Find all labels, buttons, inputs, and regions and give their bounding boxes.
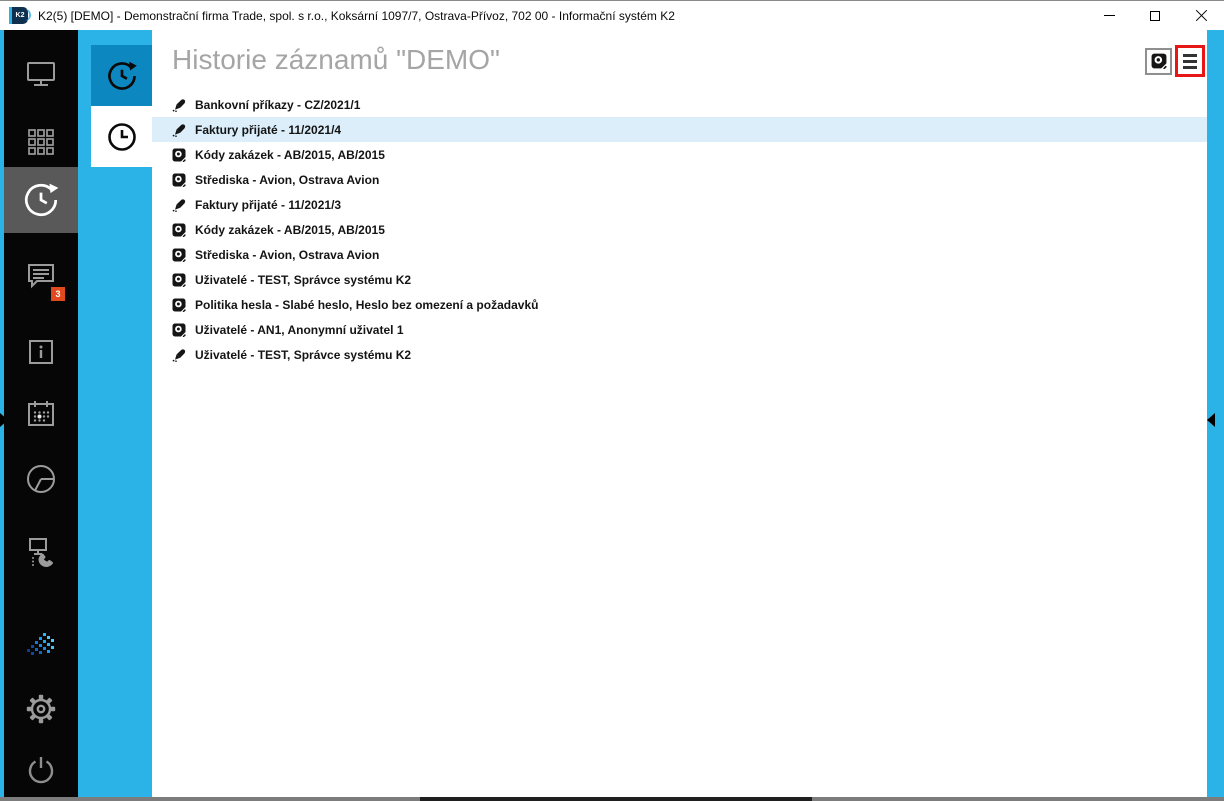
window-controls bbox=[1086, 1, 1224, 30]
record-actions-button[interactable] bbox=[1145, 47, 1172, 75]
pencil-icon bbox=[172, 123, 186, 137]
history-record-row[interactable]: Střediska - Avion, Ostrava Avion bbox=[152, 167, 1207, 192]
record-icon bbox=[172, 248, 186, 262]
record-label: Faktury přijaté - 11/2021/4 bbox=[195, 122, 342, 137]
secondary-sidebar bbox=[78, 30, 152, 797]
subsidebar-item-recent[interactable] bbox=[91, 106, 152, 167]
right-window-edge bbox=[1207, 30, 1224, 797]
sidebar-item-settings[interactable] bbox=[4, 687, 78, 731]
record-label: Uživatelé - TEST, Správce systému K2 bbox=[195, 347, 412, 362]
history-record-row[interactable]: Uživatelé - TEST, Správce systému K2 bbox=[152, 342, 1207, 367]
sidebar-item-messages[interactable]: 3 bbox=[4, 254, 78, 301]
history-clock-icon bbox=[107, 61, 137, 90]
close-icon bbox=[1195, 9, 1208, 22]
minimize-icon bbox=[1103, 15, 1115, 16]
app-body: 3 Historie záznamů "DEMO" Bankovní příka… bbox=[0, 30, 1224, 797]
history-clock-icon bbox=[24, 183, 59, 217]
record-label: Bankovní příkazy - CZ/2021/1 bbox=[195, 97, 361, 112]
maximize-button[interactable] bbox=[1132, 1, 1178, 30]
history-record-row[interactable]: Střediska - Avion, Ostrava Avion bbox=[152, 242, 1207, 267]
history-record-row[interactable]: Uživatelé - AN1, Anonymní uživatel 1 bbox=[152, 317, 1207, 342]
record-icon bbox=[172, 298, 186, 312]
record-icon bbox=[172, 273, 186, 287]
record-label: Kódy zakázek - AB/2015, AB/2015 bbox=[195, 222, 385, 237]
record-type-icon bbox=[172, 148, 186, 162]
monitor-icon bbox=[27, 62, 55, 86]
primary-sidebar: 3 bbox=[4, 30, 78, 797]
sparkle-icon bbox=[27, 633, 54, 655]
power-icon bbox=[28, 757, 54, 784]
maximize-icon bbox=[1150, 10, 1160, 21]
close-button[interactable] bbox=[1178, 1, 1224, 30]
record-icon bbox=[172, 323, 186, 337]
pie-chart-icon bbox=[27, 465, 55, 493]
record-type-icon bbox=[172, 173, 186, 187]
gear-icon bbox=[26, 694, 56, 724]
history-record-row[interactable]: Bankovní příkazy - CZ/2021/1 bbox=[152, 92, 1207, 117]
k2-app-icon: K2 bbox=[9, 7, 31, 24]
history-record-row[interactable]: Kódy zakázek - AB/2015, AB/2015 bbox=[152, 142, 1207, 167]
record-label: Kódy zakázek - AB/2015, AB/2015 bbox=[195, 147, 385, 162]
record-type-icon bbox=[172, 323, 186, 337]
record-type-icon bbox=[172, 123, 186, 137]
record-type-icon bbox=[172, 248, 186, 262]
sidebar-item-desktop[interactable] bbox=[4, 52, 78, 96]
pencil-icon bbox=[172, 348, 186, 362]
record-label: Uživatelé - TEST, Správce systému K2 bbox=[195, 272, 412, 287]
record-icon bbox=[1151, 53, 1167, 69]
record-label: Politika hesla - Slabé heslo, Heslo bez … bbox=[195, 297, 539, 312]
sidebar-item-k2-sparkle[interactable] bbox=[4, 623, 78, 667]
record-type-icon bbox=[172, 198, 186, 212]
history-record-row[interactable]: Politika hesla - Slabé heslo, Heslo bez … bbox=[152, 292, 1207, 317]
hamburger-icon bbox=[1183, 53, 1197, 57]
pencil-icon bbox=[172, 198, 186, 212]
record-type-icon bbox=[172, 348, 186, 362]
record-icon bbox=[172, 148, 186, 162]
history-record-row[interactable]: Uživatelé - TEST, Správce systému K2 bbox=[152, 267, 1207, 292]
record-type-icon bbox=[172, 273, 186, 287]
sidebar-item-history[interactable] bbox=[4, 167, 78, 233]
record-icon bbox=[172, 173, 186, 187]
minimize-button[interactable] bbox=[1086, 1, 1132, 30]
menu-button-highlighted[interactable] bbox=[1175, 45, 1205, 77]
record-type-icon bbox=[172, 223, 186, 237]
pencil-icon bbox=[172, 98, 186, 112]
info-icon bbox=[29, 340, 53, 364]
record-icon bbox=[172, 223, 186, 237]
subsidebar-item-record-history[interactable] bbox=[91, 45, 152, 106]
sidebar-item-phone[interactable] bbox=[4, 530, 78, 574]
page-title: Historie záznamů "DEMO" bbox=[172, 44, 500, 75]
sidebar-item-reports[interactable] bbox=[4, 457, 78, 501]
history-record-row[interactable]: Kódy zakázek - AB/2015, AB/2015 bbox=[152, 217, 1207, 242]
record-type-icon bbox=[172, 298, 186, 312]
record-label: Střediska - Avion, Ostrava Avion bbox=[195, 172, 380, 187]
record-label: Uživatelé - AN1, Anonymní uživatel 1 bbox=[195, 322, 404, 337]
sidebar-item-calendar[interactable] bbox=[4, 392, 78, 436]
k2-logo-badge: K2 bbox=[12, 7, 31, 24]
bottom-window-edge bbox=[0, 797, 1224, 801]
clock-icon bbox=[107, 122, 136, 151]
history-record-row[interactable]: Faktury přijaté - 11/2021/3 bbox=[152, 192, 1207, 217]
record-label: Faktury přijaté - 11/2021/3 bbox=[195, 197, 342, 212]
titlebar: K2 K2(5) [DEMO] - Demonstrační firma Tra… bbox=[0, 0, 1224, 30]
k2-window: K2 K2(5) [DEMO] - Demonstrační firma Tra… bbox=[0, 0, 1224, 801]
sidebar-item-information[interactable] bbox=[4, 330, 78, 374]
messages-count-badge: 3 bbox=[51, 287, 65, 301]
sidebar-item-power[interactable] bbox=[4, 748, 78, 792]
apps-grid-icon bbox=[28, 129, 54, 155]
header-toolbar bbox=[1145, 45, 1205, 77]
calendar-icon bbox=[28, 401, 54, 426]
sidebar-item-modules[interactable] bbox=[4, 120, 78, 164]
records-list: Bankovní příkazy - CZ/2021/1 Faktury při… bbox=[152, 92, 1207, 367]
history-record-row[interactable]: Faktury přijaté - 11/2021/4 bbox=[152, 117, 1207, 142]
right-edge-arrow-icon[interactable] bbox=[1207, 413, 1215, 427]
window-title: K2(5) [DEMO] - Demonstrační firma Trade,… bbox=[38, 8, 675, 23]
taskbar-peek bbox=[420, 797, 812, 801]
record-label: Střediska - Avion, Ostrava Avion bbox=[195, 247, 380, 262]
main-content: Historie záznamů "DEMO" Bankovní příkazy… bbox=[152, 30, 1207, 797]
record-type-icon bbox=[172, 98, 186, 112]
workstation-phone-icon bbox=[29, 538, 53, 568]
